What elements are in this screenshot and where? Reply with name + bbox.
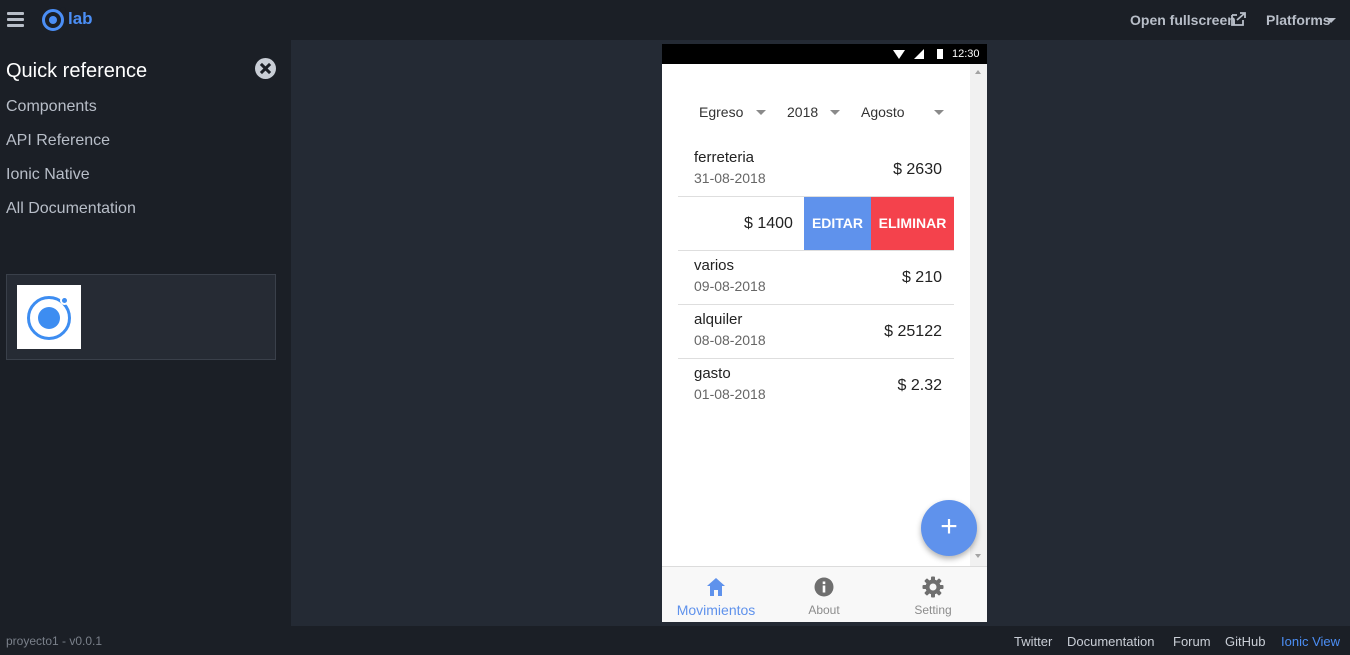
sidebar-link-ionic-native[interactable]: Ionic Native [6,166,90,184]
wifi-icon [893,50,905,59]
list-item-swiped[interactable]: $ 1400 EDITAR ELIMINAR [678,197,954,251]
list-item[interactable]: varios 09-08-2018 $ 210 [678,251,954,305]
footer-link-github[interactable]: GitHub [1225,634,1265,649]
list-item[interactable]: gasto 01-08-2018 $ 2.32 [678,359,954,413]
chevron-down-icon[interactable] [934,110,944,115]
close-icon[interactable] [255,58,276,79]
delete-button[interactable]: ELIMINAR [871,197,954,250]
battery-icon [937,49,943,59]
item-date: 31-08-2018 [694,170,766,186]
gear-icon [922,576,944,598]
type-select[interactable]: Egreso [699,104,743,120]
sidebar-link-all-documentation[interactable]: All Documentation [6,200,136,218]
quick-reference-sidebar: Quick reference Components API Reference… [0,40,291,626]
item-amount: $ 25122 [884,323,942,340]
sidebar-link-components[interactable]: Components [6,98,97,116]
item-amount: $ 2630 [893,161,942,178]
ionic-logo-icon [42,7,66,31]
platforms-dropdown[interactable]: Platforms [1266,12,1331,28]
item-date: 09-08-2018 [694,278,766,294]
month-select[interactable]: Agosto [861,104,905,120]
item-date: 08-08-2018 [694,332,766,348]
status-bar: 12:30 [662,44,987,64]
item-amount: $ 1400 [744,215,793,232]
app-version: proyecto1 - v0.0.1 [6,634,103,648]
item-amount: $ 2.32 [897,377,942,394]
top-bar: lab Open fullscreen Platforms [0,0,1350,40]
scroll-down-icon[interactable] [975,554,981,558]
chevron-down-icon[interactable] [1326,18,1336,23]
tab-setting[interactable]: Setting [879,567,987,622]
item-name: gasto [694,365,731,382]
sidebar-link-api-reference[interactable]: API Reference [6,132,110,150]
item-amount: $ 210 [901,269,942,286]
tab-label: Movimientos [676,602,756,618]
list-item[interactable]: ferreteria 31-08-2018 $ 2630 [678,143,954,197]
device-preview: 12:30 Egreso 2018 Agosto ferreteria 31-0… [662,44,987,622]
tab-bar: Movimientos About Setting [662,566,987,622]
footer: proyecto1 - v0.0.1 Twitter Documentation… [0,626,1350,655]
status-time: 12:30 [952,48,980,60]
footer-link-twitter[interactable]: Twitter [1014,634,1052,649]
year-select[interactable]: 2018 [787,104,818,120]
external-link-icon[interactable] [1231,12,1246,26]
scroll-up-icon[interactable] [975,70,981,74]
list-item[interactable]: alquiler 08-08-2018 $ 25122 [678,305,954,359]
menu-icon[interactable] [7,12,24,27]
tab-about[interactable]: About [770,567,878,622]
item-date: 01-08-2018 [694,386,766,402]
scrollbar[interactable] [970,64,987,566]
tab-movimientos[interactable]: Movimientos [662,567,770,622]
chevron-down-icon[interactable] [830,110,840,115]
add-button[interactable]: + [921,500,977,556]
item-name: alquiler [694,311,743,328]
chevron-down-icon[interactable] [756,110,766,115]
tab-label: About [808,603,840,617]
footer-link-forum[interactable]: Forum [1173,634,1211,649]
app-icon [17,285,81,349]
edit-button[interactable]: EDITAR [804,197,871,250]
signal-icon [914,49,924,59]
item-name: varios [694,257,735,274]
app-card[interactable] [6,274,276,360]
home-icon [707,578,725,596]
footer-link-ionic-view[interactable]: Ionic View [1281,634,1340,649]
footer-link-documentation[interactable]: Documentation [1067,634,1154,649]
lab-logo-text: lab [68,9,93,28]
item-name: ferreteria [694,149,755,166]
info-icon [814,577,834,597]
tab-label: Setting [914,603,952,617]
open-fullscreen-link[interactable]: Open fullscreen [1130,12,1236,28]
sidebar-title: Quick reference [6,60,148,82]
